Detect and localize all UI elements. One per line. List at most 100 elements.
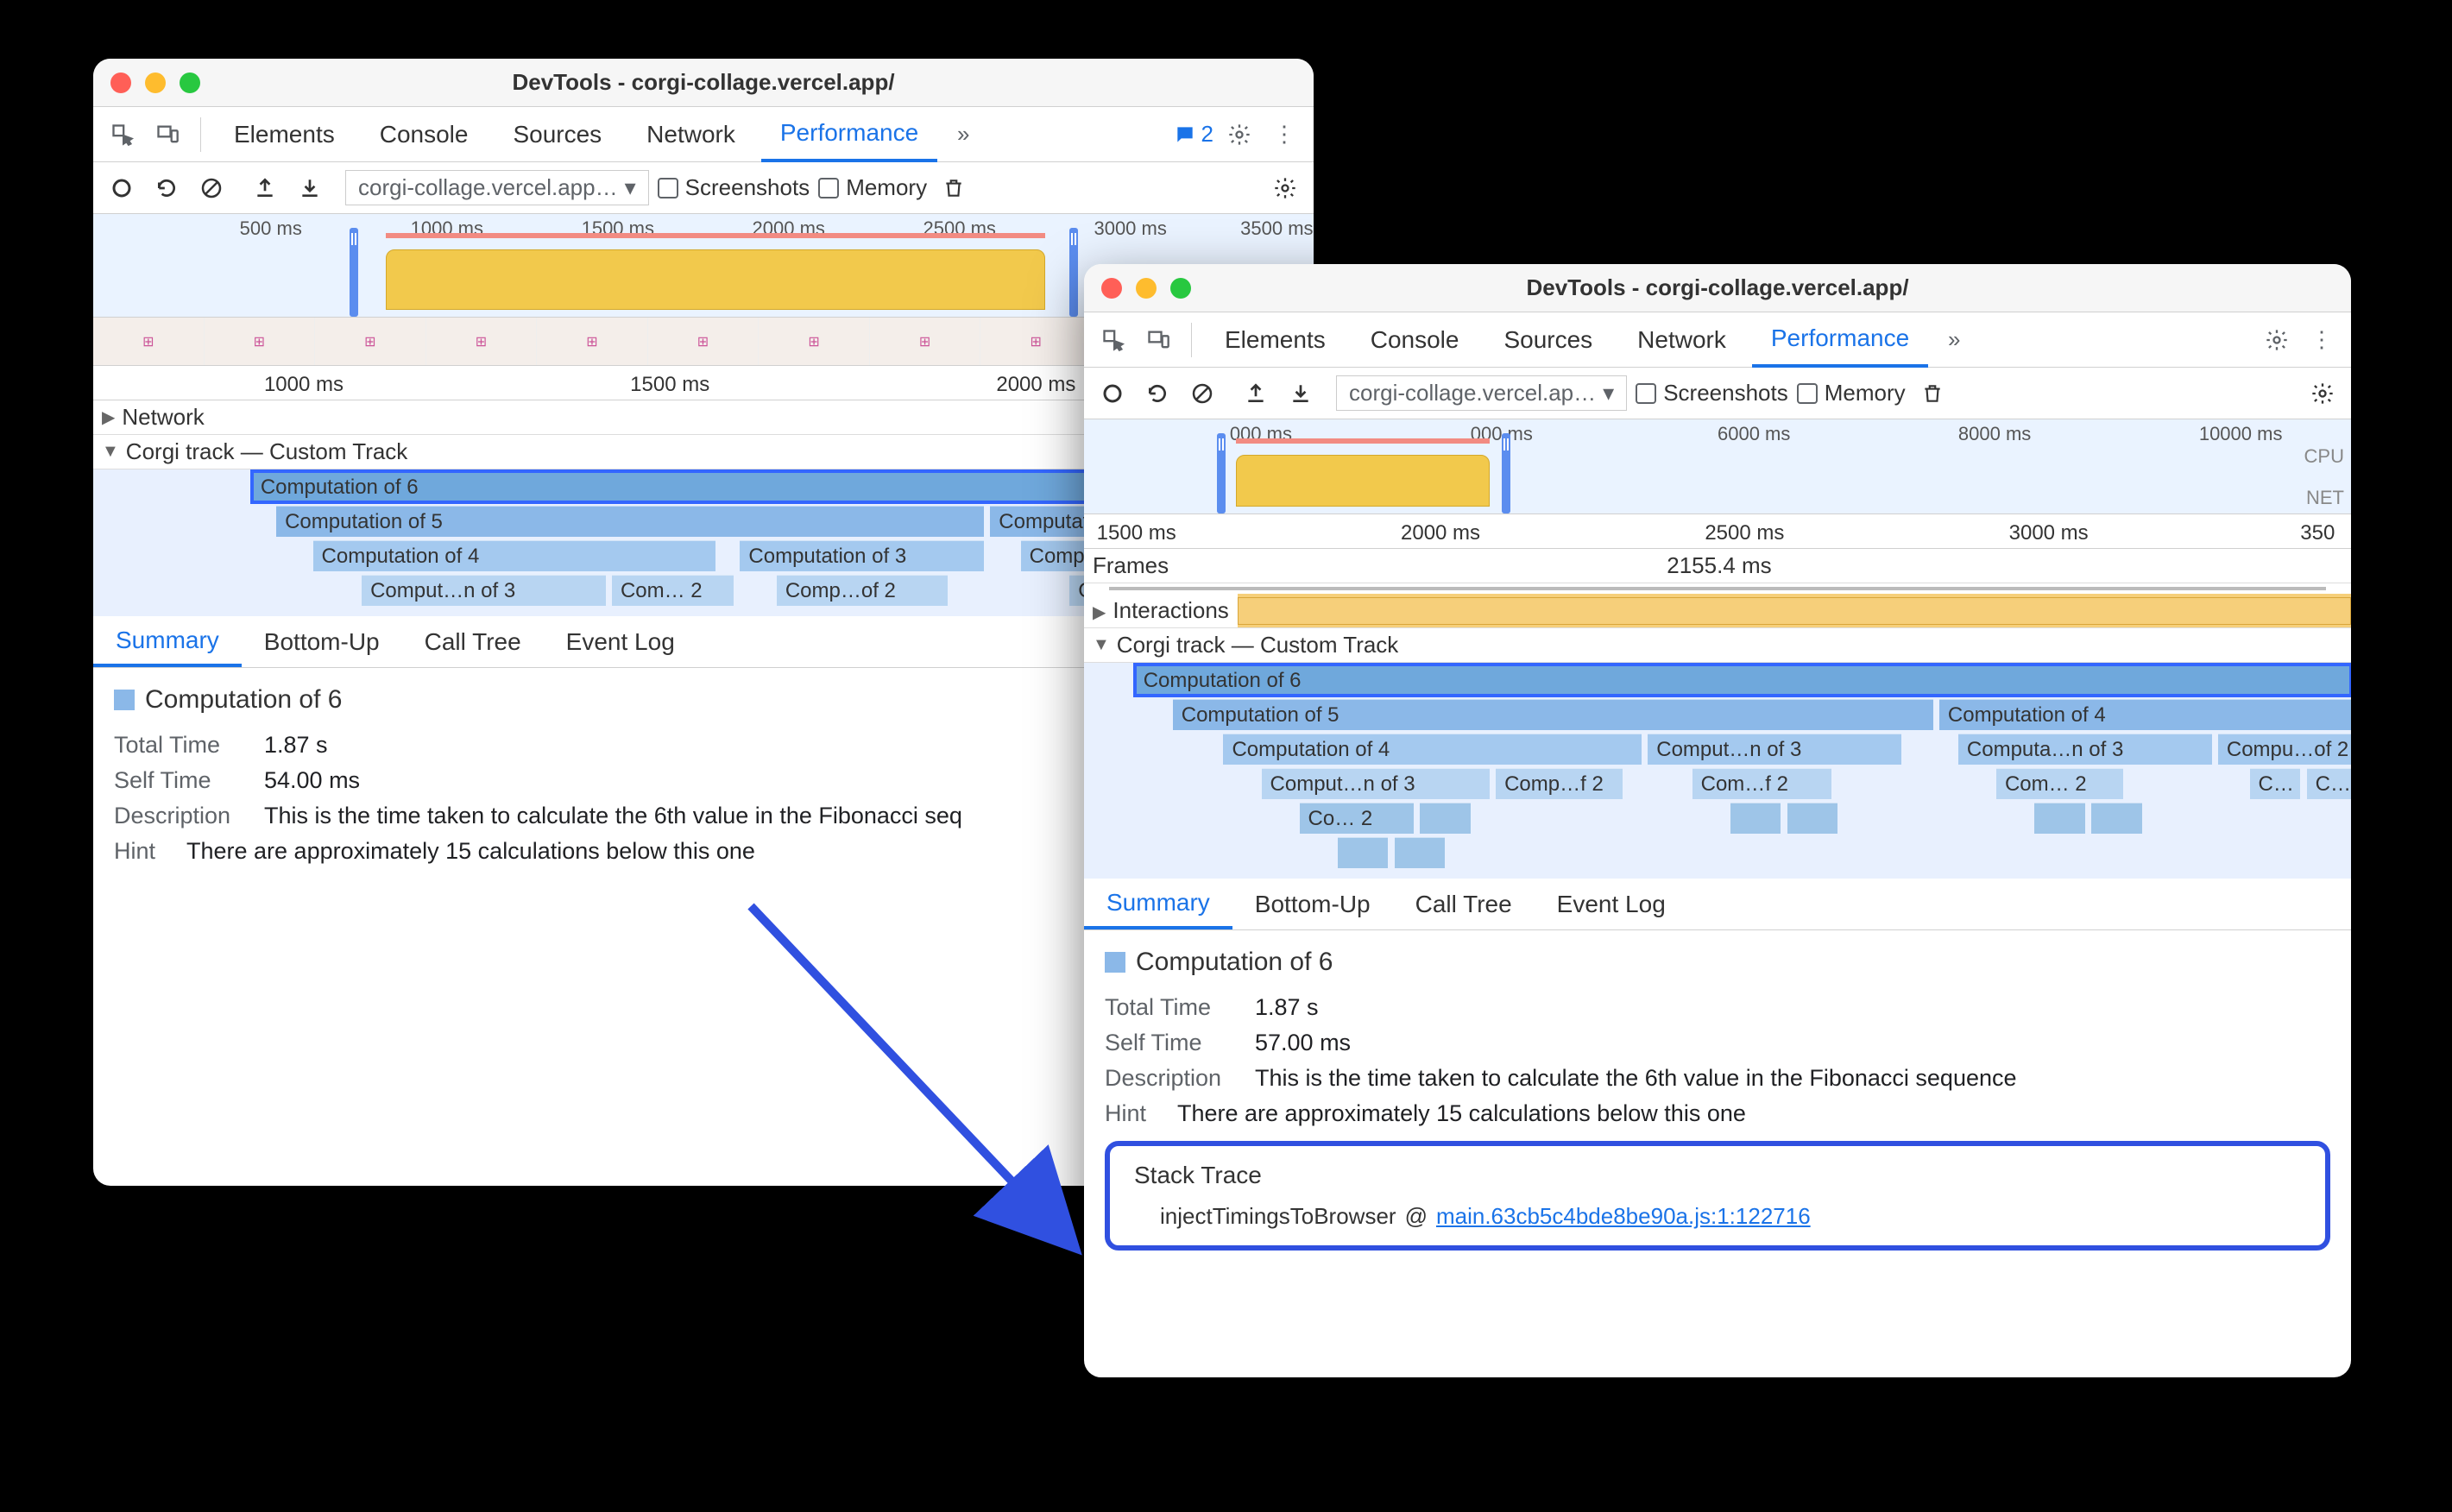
- stack-source-link[interactable]: main.63cb5c4bde8be90a.js:1:122716: [1436, 1203, 1811, 1230]
- tab-sources[interactable]: Sources: [494, 107, 621, 162]
- flame-chart[interactable]: Computation of 6Computation of 5Computat…: [1084, 663, 2351, 879]
- devtools-window-right: DevTools - corgi-collage.vercel.app/ Ele…: [1084, 264, 2351, 1377]
- detail-tab-calltree[interactable]: Call Tree: [1393, 879, 1535, 929]
- screenshots-checkbox[interactable]: Screenshots: [1636, 380, 1788, 406]
- panel-settings-icon[interactable]: [1267, 170, 1303, 206]
- tab-sources[interactable]: Sources: [1484, 312, 1611, 368]
- flame-entry[interactable]: Computa…n of 3: [1958, 734, 2212, 765]
- overview-handle-left[interactable]: [1217, 433, 1226, 513]
- flame-entry[interactable]: [1395, 837, 1446, 868]
- flame-entry[interactable]: Computation of 4: [1223, 734, 1641, 765]
- more-tabs-icon[interactable]: »: [1935, 321, 1973, 359]
- download-icon[interactable]: [292, 170, 328, 206]
- clear-icon[interactable]: [193, 170, 230, 206]
- messages-icon[interactable]: 2: [1174, 121, 1213, 148]
- close-icon[interactable]: [1101, 278, 1122, 299]
- clear-icon[interactable]: [1184, 375, 1220, 412]
- flame-entry[interactable]: [1787, 803, 1838, 834]
- flame-entry[interactable]: [2034, 803, 2085, 834]
- minimize-icon[interactable]: [145, 72, 166, 93]
- flame-entry[interactable]: Comput…n of 3: [1262, 768, 1490, 799]
- timeline-overview[interactable]: 000 ms 000 ms 6000 ms 8000 ms 10000 ms C…: [1084, 419, 2351, 514]
- close-icon[interactable]: [110, 72, 131, 93]
- flame-entry[interactable]: Com… 2: [612, 575, 734, 606]
- settings-icon[interactable]: [1220, 116, 1258, 154]
- record-icon[interactable]: [104, 170, 140, 206]
- window-title: DevTools - corgi-collage.vercel.app/: [93, 69, 1314, 96]
- tab-console[interactable]: Console: [1352, 312, 1478, 368]
- upload-icon[interactable]: [1238, 375, 1274, 412]
- tab-console[interactable]: Console: [361, 107, 488, 162]
- url-selector[interactable]: corgi-collage.vercel.app…▾: [345, 170, 649, 205]
- detail-tab-eventlog[interactable]: Event Log: [1535, 879, 1688, 929]
- screenshots-checkbox[interactable]: Screenshots: [658, 174, 810, 201]
- detail-tab-calltree[interactable]: Call Tree: [402, 616, 544, 667]
- chevron-right-icon[interactable]: ▶: [1093, 603, 1106, 622]
- trash-icon[interactable]: [936, 170, 972, 206]
- detail-tab-summary[interactable]: Summary: [93, 616, 242, 667]
- flame-entry[interactable]: [1730, 803, 1781, 834]
- stack-fn-name: injectTimingsToBrowser: [1160, 1203, 1396, 1230]
- fullscreen-icon[interactable]: [1170, 278, 1191, 299]
- minimize-icon[interactable]: [1136, 278, 1157, 299]
- kebab-icon[interactable]: ⋮: [1265, 116, 1303, 154]
- kebab-icon[interactable]: ⋮: [2303, 321, 2341, 359]
- titlebar: DevTools - corgi-collage.vercel.app/: [93, 59, 1314, 107]
- flame-entry[interactable]: C…: [2250, 768, 2301, 799]
- flame-entry[interactable]: Computation of 4: [313, 540, 716, 571]
- flame-entry[interactable]: [1420, 803, 1471, 834]
- flame-entry[interactable]: Com…f 2: [1692, 768, 1831, 799]
- overview-handle-left[interactable]: [350, 228, 358, 317]
- flame-entry[interactable]: [1338, 837, 1389, 868]
- memory-checkbox[interactable]: Memory: [1797, 380, 1906, 406]
- detail-tab-bottomup[interactable]: Bottom-Up: [1232, 879, 1393, 929]
- flame-entry[interactable]: Computation of 4: [1939, 699, 2351, 730]
- flame-entry[interactable]: Comput…n of 3: [362, 575, 606, 606]
- tab-performance[interactable]: Performance: [1752, 312, 1928, 368]
- device-icon[interactable]: [1139, 321, 1177, 359]
- fullscreen-icon[interactable]: [180, 72, 200, 93]
- overview-handle-right[interactable]: [1069, 228, 1078, 317]
- chevron-down-icon[interactable]: ▼: [1093, 635, 1110, 655]
- device-icon[interactable]: [148, 116, 186, 154]
- flame-entry[interactable]: Co… 2: [1300, 803, 1414, 834]
- flame-entry[interactable]: Comput…n of 3: [1648, 734, 1901, 765]
- flame-entry[interactable]: [2091, 803, 2142, 834]
- frames-track[interactable]: Frames 2155.4 ms: [1084, 549, 2351, 583]
- flame-entry[interactable]: Computation of 3: [740, 540, 984, 571]
- custom-track-header[interactable]: ▼ Corgi track — Custom Track: [1084, 628, 2351, 663]
- download-icon[interactable]: [1283, 375, 1319, 412]
- flame-entry[interactable]: Compu…of 2: [2218, 734, 2351, 765]
- detail-tab-eventlog[interactable]: Event Log: [544, 616, 697, 667]
- flame-entry[interactable]: Comp…f 2: [1496, 768, 1623, 799]
- flame-entry[interactable]: Com… 2: [1996, 768, 2123, 799]
- trash-icon[interactable]: [1914, 375, 1951, 412]
- settings-icon[interactable]: [2258, 321, 2296, 359]
- detail-tab-bottomup[interactable]: Bottom-Up: [242, 616, 402, 667]
- flame-entry[interactable]: Computation of 5: [1173, 699, 1933, 730]
- tab-performance[interactable]: Performance: [761, 107, 937, 162]
- reload-icon[interactable]: [148, 170, 185, 206]
- inspect-icon[interactable]: [104, 116, 142, 154]
- chevron-right-icon[interactable]: ▶: [102, 406, 115, 428]
- more-tabs-icon[interactable]: »: [944, 116, 982, 154]
- flame-entry[interactable]: Computation of 5: [276, 506, 984, 537]
- tab-elements[interactable]: Elements: [1206, 312, 1345, 368]
- url-selector[interactable]: corgi-collage.vercel.ap…▾: [1336, 375, 1627, 411]
- record-icon[interactable]: [1094, 375, 1131, 412]
- flame-entry[interactable]: C…: [2307, 768, 2351, 799]
- tab-elements[interactable]: Elements: [215, 107, 354, 162]
- tab-network[interactable]: Network: [1618, 312, 1745, 368]
- flame-entry[interactable]: Computation of 6: [1135, 665, 2351, 696]
- memory-checkbox[interactable]: Memory: [818, 174, 927, 201]
- detail-tab-summary[interactable]: Summary: [1084, 879, 1232, 929]
- interactions-track[interactable]: ▶Interactions: [1084, 594, 2351, 628]
- tab-network[interactable]: Network: [627, 107, 754, 162]
- inspect-icon[interactable]: [1094, 321, 1132, 359]
- reload-icon[interactable]: [1139, 375, 1176, 412]
- chevron-down-icon[interactable]: ▼: [102, 442, 119, 462]
- overview-handle-right[interactable]: [1502, 433, 1510, 513]
- flame-entry[interactable]: Comp…of 2: [777, 575, 948, 606]
- upload-icon[interactable]: [247, 170, 283, 206]
- panel-settings-icon[interactable]: [2304, 375, 2341, 412]
